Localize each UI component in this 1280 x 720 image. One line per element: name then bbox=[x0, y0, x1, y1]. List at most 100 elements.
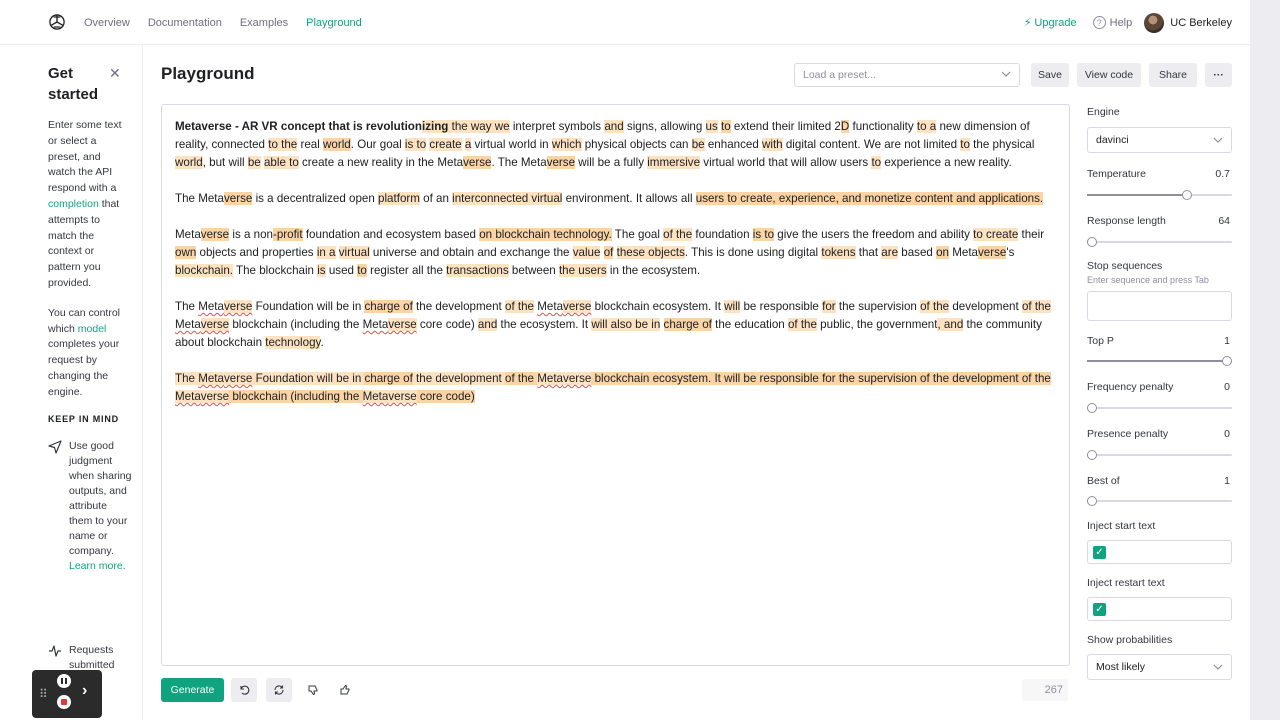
save-button[interactable]: Save bbox=[1031, 63, 1069, 87]
engine-label: Engine bbox=[1087, 106, 1120, 118]
thumbs-up-button[interactable] bbox=[332, 678, 358, 702]
stop-recording-icon[interactable] bbox=[57, 695, 71, 709]
stop-sequences-label: Stop sequences bbox=[1087, 260, 1163, 272]
completion-link[interactable]: completion bbox=[48, 198, 99, 210]
nav-examples[interactable]: Examples bbox=[240, 17, 288, 29]
completion-token: D bbox=[840, 120, 850, 133]
completion-token: izing bbox=[421, 120, 449, 133]
top-p-slider[interactable] bbox=[1087, 356, 1232, 366]
nav-overview[interactable]: Overview bbox=[84, 17, 130, 29]
help-label: Help bbox=[1109, 16, 1133, 29]
nav-documentation[interactable]: Documentation bbox=[148, 17, 222, 29]
inject-start-input[interactable]: ✓ bbox=[1087, 540, 1232, 564]
completion-token: value bbox=[572, 246, 601, 259]
completion-token: Meta bbox=[175, 318, 201, 331]
completion-token: functionality bbox=[849, 120, 917, 133]
best-of-label: Best of bbox=[1087, 475, 1120, 487]
completion-token: of the bbox=[920, 300, 950, 313]
thumbs-up-icon bbox=[340, 684, 350, 695]
completion-token: verse bbox=[463, 156, 492, 169]
presence-penalty-slider[interactable] bbox=[1087, 450, 1232, 460]
temperature-slider[interactable] bbox=[1087, 190, 1232, 200]
completion-token: . This is done using digital bbox=[684, 246, 822, 259]
completion-token: charge of bbox=[364, 300, 413, 313]
stop-sequences-input[interactable] bbox=[1087, 291, 1232, 321]
help-link[interactable]: ? Help bbox=[1092, 16, 1133, 29]
response-length-slider[interactable] bbox=[1087, 237, 1232, 247]
completion-token: world bbox=[175, 156, 203, 169]
upgrade-label: Upgrade bbox=[1034, 16, 1077, 29]
window-edge bbox=[1250, 0, 1280, 720]
completion-token: The bbox=[175, 300, 199, 313]
inject-start-checkbox[interactable]: ✓ bbox=[1093, 546, 1106, 559]
response-length-label: Response length bbox=[1087, 215, 1166, 227]
inject-restart-label: Inject restart text bbox=[1087, 577, 1165, 589]
completion-token: core code) bbox=[416, 318, 478, 331]
completion-token: immersive bbox=[647, 156, 701, 169]
top-p-value: 1 bbox=[1224, 335, 1230, 347]
completion-token: in a bbox=[316, 246, 336, 259]
close-icon[interactable]: ✕ bbox=[109, 65, 121, 82]
show-probabilities-select[interactable]: Most likely bbox=[1087, 654, 1232, 680]
completion-token: to bbox=[357, 264, 367, 277]
inject-restart-input[interactable]: ✓ bbox=[1087, 597, 1232, 621]
editor-text: Metaverse - AR VR concept that is revolu… bbox=[175, 118, 1059, 424]
completion-token: Meta bbox=[198, 372, 224, 385]
preset-select[interactable]: Load a preset... bbox=[794, 63, 1020, 87]
completion-token: is a decentralized open bbox=[252, 192, 379, 205]
show-probabilities-value: Most likely bbox=[1096, 661, 1146, 673]
pause-icon[interactable] bbox=[57, 674, 71, 688]
best-of-slider[interactable] bbox=[1087, 496, 1232, 506]
completion-token: The Meta bbox=[175, 192, 224, 205]
completion-token: based bbox=[898, 246, 937, 259]
more-options-button[interactable]: ··· bbox=[1205, 63, 1232, 87]
completion-token: are bbox=[881, 246, 899, 259]
completion-token: The bbox=[175, 372, 199, 385]
completion-token: verse bbox=[223, 372, 253, 385]
completion-token: environment. It allows all bbox=[562, 192, 696, 205]
completion-token: verse bbox=[563, 300, 592, 313]
engine-select[interactable]: davinci bbox=[1087, 127, 1232, 153]
best-of-value: 1 bbox=[1224, 475, 1230, 487]
completion-token: us bbox=[705, 120, 718, 133]
completion-token: transactions bbox=[446, 264, 509, 277]
completion-token: Foundation will be in bbox=[252, 372, 365, 385]
completion-token: verse bbox=[223, 192, 253, 205]
inject-start-label: Inject start text bbox=[1087, 520, 1156, 532]
completion-token: users to create, experience, and monetiz… bbox=[695, 192, 1044, 205]
sidebar-text: completes your request by changing the e… bbox=[48, 338, 120, 398]
view-code-button[interactable]: View code bbox=[1077, 63, 1141, 87]
prompt-editor[interactable]: Metaverse - AR VR concept that is revolu… bbox=[161, 104, 1070, 666]
completion-token: of the bbox=[1021, 300, 1051, 313]
activity-icon bbox=[49, 645, 61, 657]
frequency-penalty-slider[interactable] bbox=[1087, 403, 1232, 413]
undo-button[interactable] bbox=[231, 678, 257, 702]
nav-playground[interactable]: Playground bbox=[306, 17, 362, 29]
inject-restart-checkbox[interactable]: ✓ bbox=[1093, 603, 1106, 616]
regenerate-button[interactable] bbox=[266, 678, 292, 702]
learn-more-link[interactable]: Learn more. bbox=[69, 560, 126, 572]
completion-token: physical objects can bbox=[581, 138, 692, 151]
completion-token: Foundation will be in bbox=[252, 300, 365, 313]
drag-handle-icon[interactable]: ⠿ bbox=[39, 687, 48, 701]
token-count-value: 267 bbox=[1044, 684, 1063, 696]
screen-recorder-widget: ⠿ › bbox=[32, 670, 102, 718]
generate-button[interactable]: Generate bbox=[161, 678, 224, 702]
completion-token: blockchain (including the bbox=[229, 318, 363, 331]
thumbs-down-button[interactable] bbox=[300, 678, 326, 702]
completion-token: , but will bbox=[202, 156, 248, 169]
completion-token: their bbox=[1018, 228, 1045, 241]
share-button[interactable]: Share bbox=[1149, 63, 1197, 87]
completion-token: the way bbox=[448, 120, 495, 133]
chevron-right-icon[interactable]: › bbox=[82, 682, 87, 700]
completion-token: , and bbox=[937, 318, 964, 331]
completion-token: charge of bbox=[364, 372, 413, 385]
completion-token: create bbox=[429, 138, 462, 151]
openai-logo-icon[interactable] bbox=[47, 12, 67, 32]
user-menu[interactable]: UC Berkeley bbox=[1144, 12, 1232, 33]
user-name: UC Berkeley bbox=[1170, 16, 1232, 29]
model-link[interactable]: model bbox=[78, 323, 107, 335]
upgrade-link[interactable]: ⚡ Upgrade bbox=[1024, 16, 1077, 30]
completion-token: with bbox=[762, 138, 783, 151]
completion-token: blockchain ecosystem. It will be respons… bbox=[591, 372, 1051, 385]
